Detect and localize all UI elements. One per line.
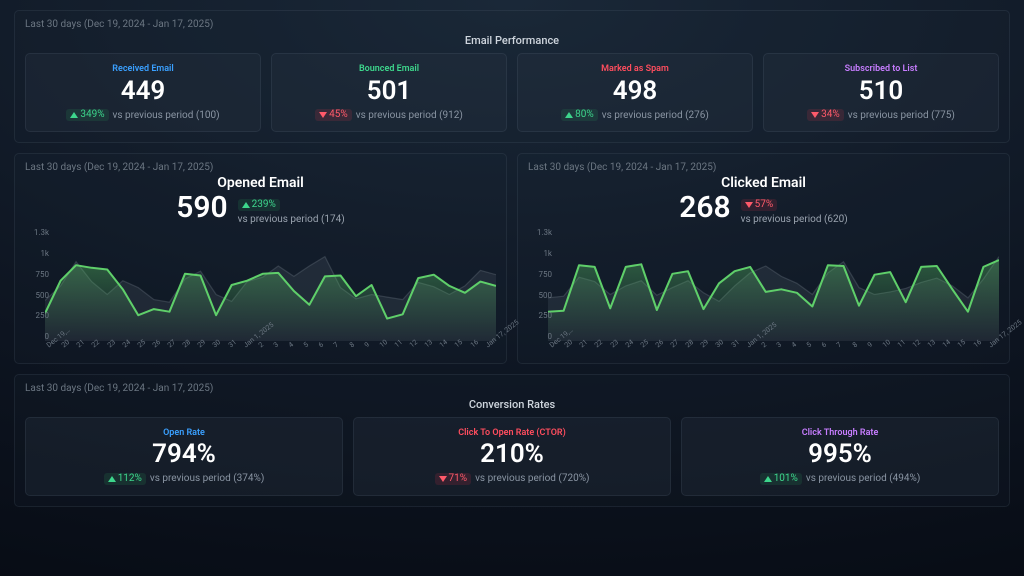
chart-card: Last 30 days (Dec 19, 2024 - Jan 17, 202…	[517, 153, 1010, 364]
prev-period: vs previous period (775)	[848, 110, 955, 121]
kpi-label: Subscribed to List	[772, 64, 990, 74]
prev-period: vs previous period (720%)	[475, 473, 589, 484]
kpi-label: Bounced Email	[280, 64, 498, 74]
kpi-value: 498	[526, 78, 744, 105]
y-axis-labels: 1.3k1k7505002500	[25, 229, 49, 341]
delta-badge: 80%	[561, 109, 598, 121]
kpi-value: 501	[280, 78, 498, 105]
conversion-label: Click To Open Rate (CTOR)	[362, 428, 662, 438]
kpi-subtext: 80% vs previous period (276)	[526, 109, 744, 121]
plot-area: 1.3k1k7505002500Dec 19,…2021222324252627…	[548, 229, 999, 359]
chart-title: Opened Email	[25, 175, 496, 191]
delta-badge: 45%	[315, 109, 352, 121]
conversion-value: 210%	[362, 441, 662, 468]
prev-period: vs previous period (276)	[602, 110, 709, 121]
delta-badge: 71%	[435, 473, 472, 485]
conversion-row: Open Rate 794% 112% vs previous period (374…	[25, 417, 999, 495]
range-label: Last 30 days (Dec 19, 2024 - Jan 17, 202…	[25, 162, 496, 173]
chart-hero-value: 268	[679, 193, 730, 223]
conversion-card: Open Rate 794% 112% vs previous period (374…	[25, 417, 343, 495]
kpi-label: Received Email	[34, 64, 252, 74]
conversion-value: 794%	[34, 441, 334, 468]
kpi-subtext: 34% vs previous period (775)	[772, 109, 990, 121]
range-label: Last 30 days (Dec 19, 2024 - Jan 17, 202…	[528, 162, 999, 173]
range-label: Last 30 days (Dec 19, 2024 - Jan 17, 202…	[25, 383, 999, 394]
x-axis-labels: Dec 19,…202122232425262728293031Jan 1, 2…	[45, 343, 496, 351]
chart-title: Clicked Email	[528, 175, 999, 191]
kpi-row: Received Email 449 349% vs previous period …	[25, 53, 999, 132]
kpi-subtext: 349% vs previous period (100)	[34, 109, 252, 121]
charts-row: Last 30 days (Dec 19, 2024 - Jan 17, 202…	[14, 153, 1010, 364]
kpi-value: 449	[34, 78, 252, 105]
chart-hero: 590 239% vs previous period (174)	[25, 193, 496, 225]
prev-period: vs previous period (100)	[113, 110, 220, 121]
conversion-subtext: 71%vs previous period (720%)	[362, 473, 662, 485]
conversion-label: Click Through Rate	[690, 428, 990, 438]
prev-period: vs previous period (174)	[238, 214, 345, 225]
conversion-subtext: 112% vs previous period (374%)	[34, 473, 334, 485]
kpi-value: 510	[772, 78, 990, 105]
prev-period: vs previous period (620)	[741, 214, 848, 225]
kpi-card: Bounced Email 501 45% vs previous period (9…	[271, 53, 507, 132]
conversion-section: Last 30 days (Dec 19, 2024 - Jan 17, 202…	[14, 374, 1010, 506]
kpi-card: Marked as Spam 498 80% vs previous period (…	[517, 53, 753, 132]
plot-area: 1.3k1k7505002500Dec 19,…2021222324252627…	[45, 229, 496, 359]
chart-card: Last 30 days (Dec 19, 2024 - Jan 17, 202…	[14, 153, 507, 364]
chart-hero: 268 57% vs previous period (620)	[528, 193, 999, 225]
delta-badge: 349%	[66, 109, 108, 121]
x-axis-labels: Dec 19,…202122232425262728293031Jan 1, 2…	[548, 343, 999, 351]
prev-period: vs previous period (912)	[356, 110, 463, 121]
prev-period: vs previous period (374%)	[150, 473, 264, 484]
kpi-label: Marked as Spam	[526, 64, 744, 74]
conversion-subtext: 101% vs previous period (494%)	[690, 473, 990, 485]
section-title: Email Performance	[25, 34, 999, 47]
delta-badge: 34%	[807, 109, 844, 121]
y-axis-labels: 1.3k1k7505002500	[528, 229, 552, 341]
conversion-card: Click Through Rate 995% 101% vs previous pe…	[681, 417, 999, 495]
kpi-card: Received Email 449 349% vs previous period …	[25, 53, 261, 132]
range-label: Last 30 days (Dec 19, 2024 - Jan 17, 202…	[25, 19, 999, 30]
kpi-subtext: 45% vs previous period (912)	[280, 109, 498, 121]
delta-badge: 101%	[760, 473, 802, 485]
email-performance-section: Last 30 days (Dec 19, 2024 - Jan 17, 202…	[14, 10, 1010, 143]
chart-hero-value: 590	[176, 193, 227, 223]
delta-badge: 57%	[741, 199, 778, 211]
conversion-label: Open Rate	[34, 428, 334, 438]
prev-period: vs previous period (494%)	[806, 473, 920, 484]
kpi-card: Subscribed to List 510 34% vs previous peri…	[763, 53, 999, 132]
conversion-value: 995%	[690, 441, 990, 468]
delta-badge: 112%	[104, 473, 146, 485]
conversion-card: Click To Open Rate (CTOR) 210% 71%vs previ…	[353, 417, 671, 495]
section-title: Conversion Rates	[25, 398, 999, 411]
delta-badge: 239%	[238, 199, 280, 211]
